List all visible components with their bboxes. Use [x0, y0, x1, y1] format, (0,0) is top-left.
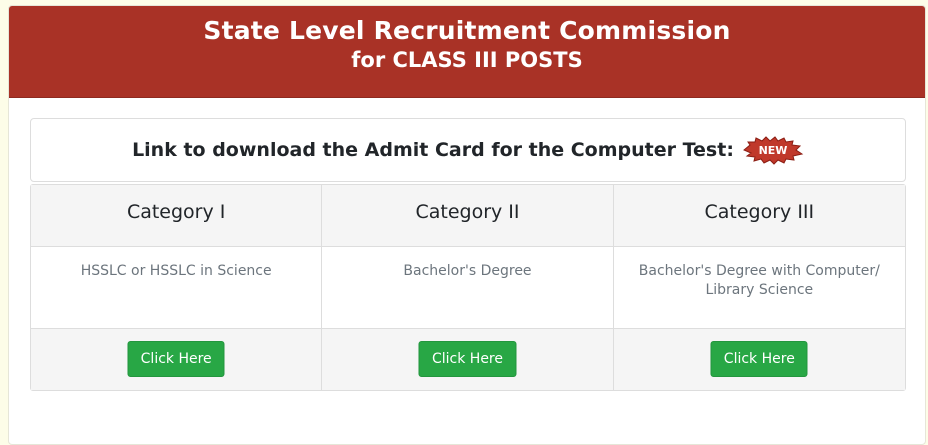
page-header: State Level Recruitment Commission for C… — [9, 6, 925, 98]
table-description-row: HSSLC or HSSLC in Science Bachelor's Deg… — [31, 247, 905, 329]
category-3-click-here-button[interactable]: Click Here — [710, 341, 808, 377]
category-1-title: Category I — [126, 201, 226, 223]
table-header-row: Category I Category II Category III — [31, 185, 905, 247]
page-subtitle: for CLASS III POSTS — [351, 48, 583, 72]
category-1-cell: HSSLC or HSSLC in Science — [31, 247, 323, 328]
new-badge-label: NEW — [758, 144, 787, 157]
main-card: State Level Recruitment Commission for C… — [8, 5, 926, 445]
category-3-description: Bachelor's Degree with Computer/ Library… — [638, 263, 880, 298]
category-3-title: Category III — [704, 201, 815, 223]
category-2-click-here-button[interactable]: Click Here — [418, 341, 516, 377]
category-2-title: Category II — [415, 201, 520, 223]
category-2-header: Category II — [322, 185, 614, 246]
category-table: Category I Category II Category III HSSL… — [30, 184, 906, 391]
category-3-header: Category III — [614, 185, 905, 246]
category-1-header: Category I — [31, 185, 323, 246]
category-1-click-here-button[interactable]: Click Here — [127, 341, 225, 377]
category-2-description: Bachelor's Degree — [403, 263, 532, 279]
category-3-action-cell: Click Here — [614, 329, 905, 390]
new-badge-icon: NEW — [742, 132, 804, 168]
table-action-row: Click Here Click Here Click Here — [31, 329, 905, 390]
category-2-action-cell: Click Here — [322, 329, 614, 390]
page-title: State Level Recruitment Commission — [203, 16, 731, 45]
category-1-action-cell: Click Here — [31, 329, 323, 390]
category-1-description: HSSLC or HSSLC in Science — [80, 263, 272, 279]
notice-text: Link to download the Admit Card for the … — [132, 139, 734, 161]
category-2-cell: Bachelor's Degree — [322, 247, 614, 328]
admit-card-notice: Link to download the Admit Card for the … — [30, 118, 906, 182]
category-3-cell: Bachelor's Degree with Computer/ Library… — [614, 247, 905, 328]
